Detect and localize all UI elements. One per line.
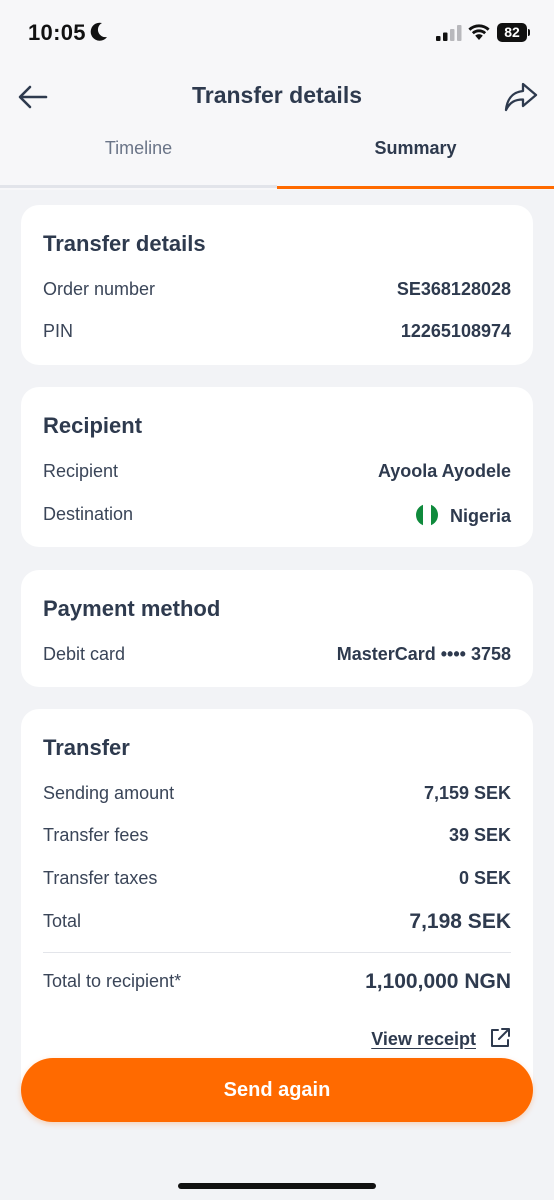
- recipient-label: Recipient: [43, 461, 119, 481]
- sending-amount-label: Sending amount: [43, 783, 175, 803]
- share-icon[interactable]: [503, 80, 539, 114]
- send-again-button[interactable]: Send again: [21, 1058, 533, 1122]
- tab-underline-inactive: [0, 185, 277, 188]
- total-value: 7,198 SEK: [409, 910, 511, 933]
- payment-method-card: Payment method Debit card MasterCard •••…: [21, 570, 533, 687]
- tab-timeline[interactable]: Timeline: [0, 136, 277, 188]
- external-link-icon: [491, 1028, 510, 1047]
- pin-value: 12265108974: [400, 321, 511, 341]
- sending-amount-value: 7,159 SEK: [423, 783, 511, 803]
- battery-tip: [528, 29, 530, 36]
- tab-timeline-label: Timeline: [104, 138, 173, 158]
- transfer-taxes-value: 0 SEK: [458, 868, 511, 888]
- recipient-card: Recipient Recipient Ayoola Ayodele Desti…: [21, 387, 533, 547]
- view-receipt-link[interactable]: View receipt: [371, 1027, 511, 1050]
- order-number-label: Order number: [43, 279, 156, 299]
- signal-icon: [436, 25, 462, 41]
- destination-label: Destination: [43, 504, 134, 524]
- total-to-recipient-label: Total to recipient*: [43, 971, 182, 991]
- page-title: Transfer details: [191, 82, 363, 108]
- status-bar: 10:05 82: [0, 0, 554, 66]
- order-number-value: SE368128028: [396, 279, 511, 299]
- view-receipt-label: View receipt: [371, 1029, 476, 1049]
- card-title: Payment method: [43, 596, 221, 621]
- home-indicator: [178, 1183, 376, 1189]
- nav-header: Transfer details Timeline Summary: [0, 66, 554, 190]
- transfer-fees-value: 39 SEK: [448, 825, 511, 845]
- transfer-fees-label: Transfer fees: [43, 825, 149, 845]
- battery-icon: 82: [497, 23, 527, 42]
- divider: [43, 952, 511, 953]
- transfer-card: Transfer Sending amount 7,159 SEK Transf…: [21, 709, 533, 1109]
- total-label: Total: [43, 911, 82, 931]
- tab-summary-label: Summary: [374, 138, 457, 158]
- nigeria-flag-icon: [415, 504, 438, 526]
- transfer-taxes-label: Transfer taxes: [43, 868, 158, 888]
- card-title: Recipient: [43, 413, 143, 438]
- moon-icon: [90, 22, 107, 41]
- tab-underline-active: [277, 186, 554, 189]
- card-title: Transfer details: [43, 231, 206, 256]
- destination-value: Nigeria: [415, 504, 511, 527]
- wifi-icon: [468, 24, 490, 40]
- card-title: Transfer: [43, 735, 130, 760]
- tab-summary[interactable]: Summary: [277, 136, 554, 188]
- recipient-value: Ayoola Ayodele: [377, 461, 511, 481]
- transfer-details-card: Transfer details Order number SE36812802…: [21, 205, 533, 365]
- debit-card-label: Debit card: [43, 644, 126, 664]
- total-to-recipient-value: 1,100,000 NGN: [365, 970, 511, 993]
- pin-label: PIN: [43, 321, 74, 341]
- destination-country: Nigeria: [449, 506, 511, 526]
- debit-card-value: MasterCard •••• 3758: [336, 644, 511, 664]
- status-time: 10:05: [28, 20, 86, 45]
